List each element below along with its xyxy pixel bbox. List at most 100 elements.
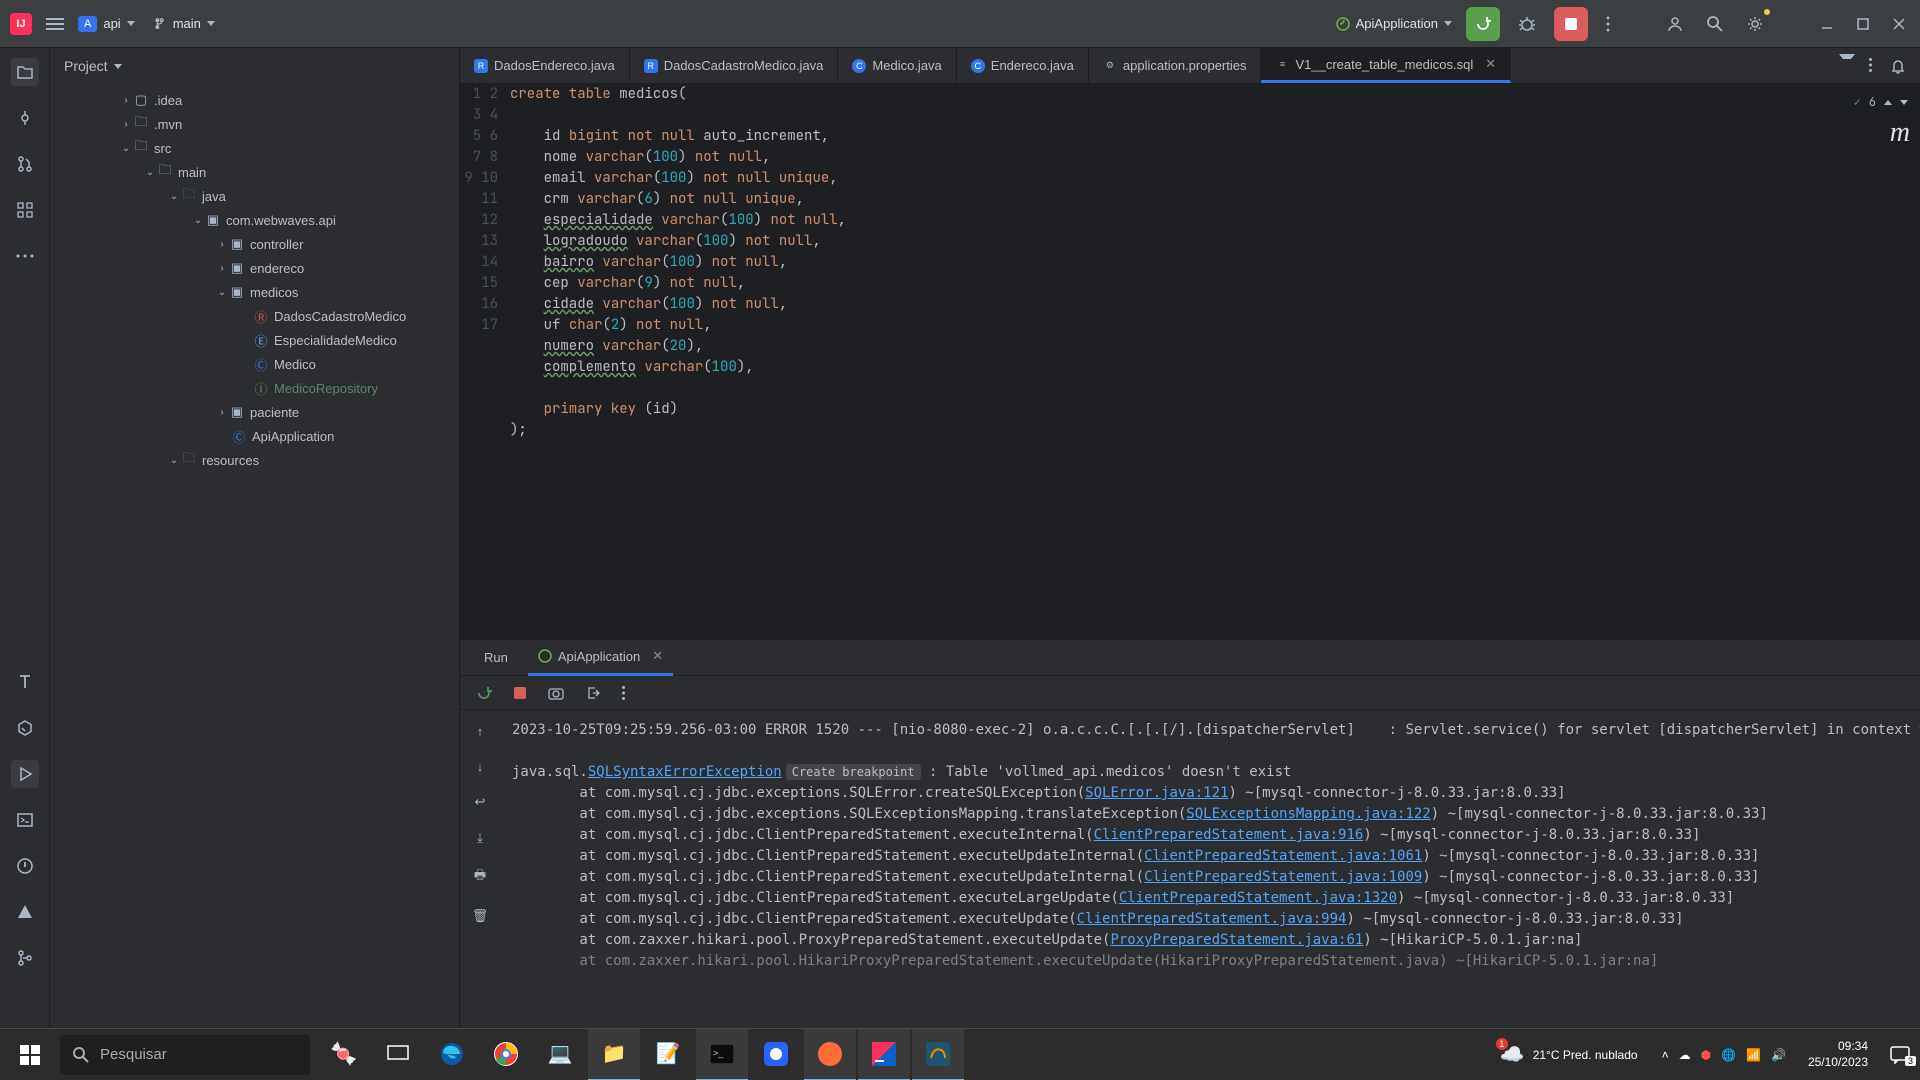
tree-item-medicos[interactable]: ⌄▣medicos <box>50 280 459 304</box>
weather-widget[interactable]: ☁️1 21°C Pred. nublado <box>1486 1042 1652 1067</box>
close-button[interactable] <box>1888 13 1910 35</box>
source-link[interactable]: SQLExceptionsMapping.java:122 <box>1186 806 1430 822</box>
maximize-button[interactable] <box>1852 13 1874 35</box>
main-menu-button[interactable] <box>42 14 68 34</box>
taskbar-app2[interactable]: 📝 <box>642 1029 694 1080</box>
print-button[interactable]: 🖶 <box>470 862 490 892</box>
scroll-down-button[interactable]: ↓ <box>473 755 488 778</box>
tree-item-medico-repo[interactable]: ⒾMedicoRepository <box>50 376 459 400</box>
scroll-to-end-button[interactable]: ⤓ <box>473 826 487 850</box>
tab-endereco[interactable]: CEndereco.java <box>957 48 1089 83</box>
run-config-selector[interactable]: ApiApplication <box>1336 16 1452 31</box>
taskbar-chrome[interactable] <box>480 1029 532 1080</box>
tree-item-idea[interactable]: ›▢.idea <box>50 88 459 112</box>
tab-close-button[interactable]: ✕ <box>1485 56 1496 72</box>
taskbar-search[interactable]: Pesquisar <box>60 1035 310 1075</box>
tab-options-button[interactable] <box>1865 54 1876 78</box>
stop-run-button[interactable] <box>510 683 530 703</box>
wifi-icon[interactable]: 📶 <box>1746 1048 1761 1062</box>
notifications-button[interactable]: 3 <box>1880 1046 1920 1064</box>
taskbar-task-view[interactable] <box>372 1029 424 1080</box>
taskbar-postman[interactable] <box>804 1029 856 1080</box>
run-options-button[interactable] <box>618 682 629 704</box>
exception-link[interactable]: SQLSyntaxErrorException <box>588 764 782 780</box>
run-tab-apiapplication[interactable]: ApiApplication ✕ <box>528 640 673 676</box>
build-tool-button[interactable] <box>11 714 39 742</box>
tree-item-endereco[interactable]: ›▣endereco <box>50 256 459 280</box>
pull-requests-tool-button[interactable] <box>11 150 39 178</box>
source-link[interactable]: ClientPreparedStatement.java:1320 <box>1119 890 1397 906</box>
notifications-button[interactable] <box>1886 54 1910 78</box>
inspection-badge[interactable]: ✓6 <box>1854 92 1908 113</box>
more-actions-button[interactable] <box>1602 12 1614 36</box>
debug-button[interactable] <box>1514 11 1540 37</box>
tabs-dropdown-button[interactable] <box>1839 54 1855 67</box>
source-link[interactable]: ClientPreparedStatement.java:994 <box>1077 911 1347 927</box>
source-link[interactable]: ClientPreparedStatement.java:1009 <box>1144 869 1422 885</box>
source-link[interactable]: ClientPreparedStatement.java:1061 <box>1144 848 1422 864</box>
minimize-button[interactable] <box>1816 13 1838 35</box>
git-branch-selector[interactable]: main <box>145 13 223 34</box>
run-button[interactable] <box>1466 7 1500 41</box>
tree-item-java[interactable]: ⌄🗀java <box>50 184 459 208</box>
security-icon[interactable]: ⬢ <box>1701 1048 1711 1062</box>
more-tools-button[interactable] <box>11 242 39 270</box>
taskbar-cmd[interactable]: >_ <box>696 1029 748 1080</box>
project-panel-header[interactable]: Project <box>50 48 459 84</box>
rerun-button[interactable] <box>472 681 496 705</box>
commit-tool-button[interactable] <box>11 104 39 132</box>
tab-sql[interactable]: ≡V1__create_table_medicos.sql✕ <box>1261 48 1511 83</box>
tree-item-controller[interactable]: ›▣controller <box>50 232 459 256</box>
search-everywhere-button[interactable] <box>1702 11 1728 37</box>
bookmarks-tool-button[interactable] <box>11 668 39 696</box>
project-tool-button[interactable] <box>11 58 39 86</box>
create-breakpoint-hint[interactable]: Create breakpoint <box>786 764 921 780</box>
vcs-tool-button[interactable] <box>11 944 39 972</box>
structure-tool-button[interactable] <box>11 196 39 224</box>
problems-tool-button[interactable] <box>11 852 39 880</box>
clear-button[interactable]: 🗑 <box>468 904 493 928</box>
project-selector[interactable]: A api <box>78 16 135 32</box>
exit-button[interactable] <box>582 682 604 704</box>
tree-item-package[interactable]: ⌄▣com.webwaves.api <box>50 208 459 232</box>
tree-item-main[interactable]: ⌄🗀main <box>50 160 459 184</box>
volume-icon[interactable]: 🔊 <box>1771 1048 1786 1062</box>
source-link[interactable]: ProxyPreparedStatement.java:61 <box>1110 932 1363 948</box>
start-button[interactable] <box>0 1029 60 1080</box>
tab-dados-endereco[interactable]: RDadosEndereco.java <box>460 48 630 83</box>
taskbar-edge[interactable] <box>426 1029 478 1080</box>
tree-item-api-application[interactable]: ⒸApiApplication <box>50 424 459 448</box>
stop-button[interactable] <box>1554 7 1588 41</box>
tray-chevron-icon[interactable]: ˄ <box>1662 1048 1669 1062</box>
tree-item-resources[interactable]: ⌄🗀resources <box>50 448 459 472</box>
snapshot-button[interactable] <box>544 682 568 704</box>
tree-item-medico[interactable]: ⒸMedico <box>50 352 459 376</box>
tab-properties[interactable]: ⚙application.properties <box>1089 48 1262 83</box>
taskbar-app-widget[interactable]: 🍬 <box>318 1029 370 1080</box>
warning-tool-button[interactable] <box>11 898 39 926</box>
taskbar-explorer[interactable]: 📁 <box>588 1029 640 1080</box>
source-link[interactable]: ClientPreparedStatement.java:916 <box>1094 827 1364 843</box>
terminal-tool-button[interactable] <box>11 806 39 834</box>
soft-wrap-button[interactable]: ↩ <box>471 790 490 814</box>
run-tab-run[interactable]: Run <box>474 644 518 671</box>
console-output[interactable]: 2023-10-25T09:25:59.256-03:00 ERROR 1520… <box>500 710 1920 1042</box>
tree-item-dados-cadastro[interactable]: ⓇDadosCadastroMedico <box>50 304 459 328</box>
tree-item-paciente[interactable]: ›▣paciente <box>50 400 459 424</box>
settings-button[interactable] <box>1742 11 1768 37</box>
tab-dados-cadastro[interactable]: RDadosCadastroMedico.java <box>630 48 839 83</box>
close-run-tab[interactable]: ✕ <box>652 648 663 664</box>
scroll-up-button[interactable]: ↑ <box>473 720 488 743</box>
taskbar-app1[interactable]: 💻 <box>534 1029 586 1080</box>
tree-item-especialidade[interactable]: ⒺEspecialidadeMedico <box>50 328 459 352</box>
taskbar-mysql[interactable] <box>912 1029 964 1080</box>
onedrive-icon[interactable]: ☁ <box>1679 1048 1691 1062</box>
editor-body[interactable]: ✓6 m 1 2 3 4 5 6 7 8 9 10 11 12 13 14 15… <box>460 84 1920 639</box>
taskbar-intellij[interactable] <box>858 1029 910 1080</box>
maven-icon[interactable]: m <box>1890 122 1910 143</box>
run-tool-button[interactable] <box>11 760 39 788</box>
tab-medico[interactable]: CMedico.java <box>838 48 956 83</box>
tray-icons[interactable]: ˄ ☁ ⬢ 🌐 📶 🔊 <box>1652 1048 1796 1062</box>
tree-item-mvn[interactable]: ›🗀.mvn <box>50 112 459 136</box>
source-link[interactable]: SQLError.java:121 <box>1085 785 1228 801</box>
